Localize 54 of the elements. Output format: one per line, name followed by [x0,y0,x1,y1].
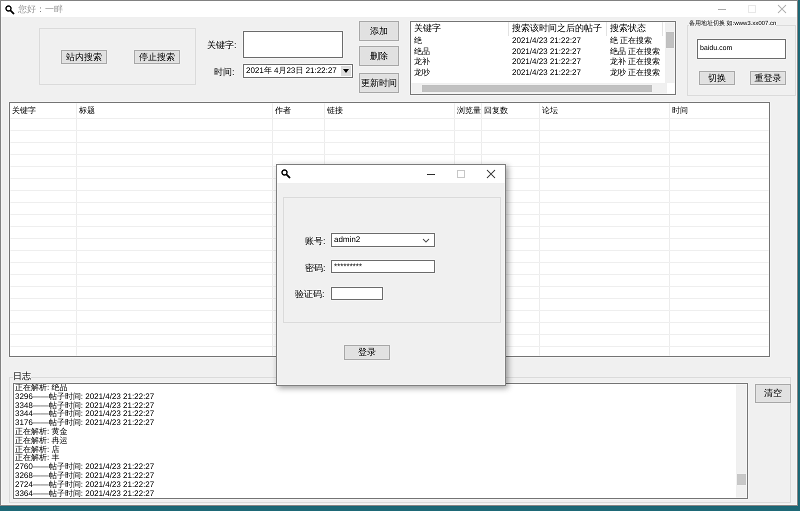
list-cell-text: 2021/4/23 21:22:27 [511,36,582,46]
list-cell-text: 绝品 正在搜索 [609,46,662,57]
list-cell-text: 龙补 正在搜索 [609,57,662,68]
login-button[interactable]: 登录 [344,345,390,360]
log-line: 正在解析: 冉运 [14,436,68,446]
column-header[interactable]: 搜索状态 [607,22,663,36]
list-cell-text: 绝品 [413,46,431,57]
column-header[interactable]: 时间 [672,106,688,116]
action-button[interactable]: 添加 [359,21,399,41]
password-input[interactable]: ********* [331,260,435,273]
action-button[interactable]: 更新时间 [359,73,399,93]
account-combobox[interactable]: admin2 [331,233,435,247]
search-button[interactable]: 站内搜索 [61,50,107,64]
list-cell-text: 2021/4/23 21:22:27 [511,57,582,68]
account-label: 账号: [305,235,326,248]
column-header[interactable]: 关键字 [12,106,36,116]
log-line: 3296——帖子时间: 2021/4/23 21:22:27 [14,392,154,402]
log-line: 3348——帖子时间: 2021/4/23 21:22:27 [14,402,154,410]
column-header[interactable]: 作者 [275,106,291,116]
action-button[interactable]: 删除 [359,46,399,66]
date-picker[interactable]: 2021年 4月23日 21:22:27 [243,64,353,78]
password-label: 密码: [305,262,326,275]
backup-button[interactable]: 重登录 [750,71,786,85]
column-header[interactable]: 搜索该时间之后的帖子 [509,22,607,36]
backup-button[interactable]: 切换 [699,71,735,85]
list-cell-text: 绝 [413,36,423,46]
log-line: 2760——帖子时间: 2021/4/23 21:22:27 [14,463,154,472]
log-line: 3268——帖子时间: 2021/4/23 21:22:27 [14,472,154,480]
log-line: 2724——帖子时间: 2021/4/23 21:22:27 [14,480,154,490]
search-button[interactable]: 停止搜索 [134,50,180,64]
list-cell-text: 绝 正在搜索 [609,36,654,46]
list-cell-text: 2021/4/23 21:22:27 [511,46,582,57]
keyword-label: 关键字: [207,39,237,52]
clear-button[interactable]: 清空 [755,384,791,403]
column-header[interactable]: 回复数 [484,106,508,116]
log-line: 正在解析: 黄金 [14,428,68,436]
log-line: 3344——帖子时间: 2021/4/23 21:22:27 [14,410,154,418]
log-title: 日志 [13,371,31,381]
column-header[interactable]: 标题 [79,106,95,116]
list-cell-text: 龙吵 正在搜索 [609,68,662,78]
column-header[interactable]: 论坛 [542,106,558,116]
column-header[interactable]: 浏览量 [457,106,481,116]
log-line: 3364——帖子时间: 2021/4/23 21:22:27 [14,490,154,498]
window-title: 您好：一畔 [18,4,63,14]
captcha-label: 验证码: [295,288,325,301]
log-line: 正在解析: 丰 [14,454,60,462]
column-header[interactable]: 链接 [327,106,343,116]
log-line: 3176——帖子时间: 2021/4/23 21:22:27 [14,419,154,428]
log-line: 正在解析: 店 [14,446,60,454]
column-header[interactable]: 关键字 [411,22,509,36]
time-label: 时间: [214,66,235,79]
list-cell-text: 2021/4/23 21:22:27 [511,68,582,78]
list-cell-text: 龙吵 [413,68,431,78]
list-cell-text: 龙补 [413,57,431,68]
